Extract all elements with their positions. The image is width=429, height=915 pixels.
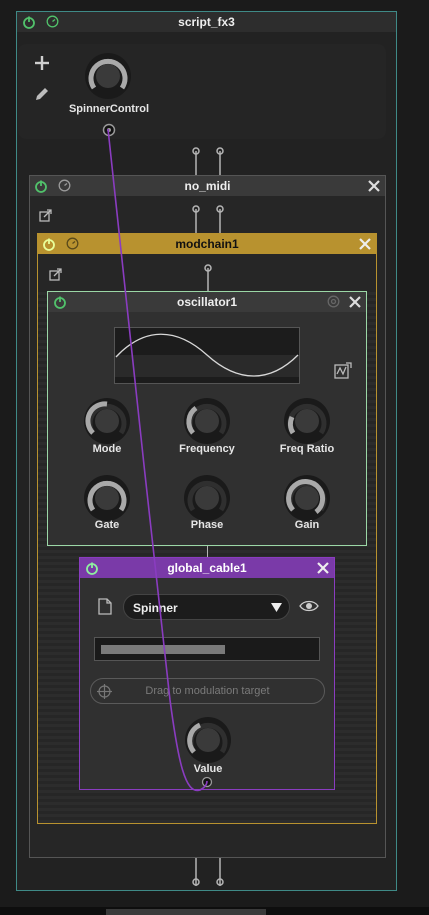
signal-connector [204,264,212,292]
plus-icon[interactable] [34,55,50,71]
signal-connector-top [192,147,224,177]
cable-select-dropdown[interactable]: Spinner [123,594,290,620]
clock-icon[interactable] [58,179,71,192]
clock-icon[interactable] [46,15,59,28]
mode-knob[interactable] [83,397,131,445]
spinner-control-knob[interactable] [84,52,132,100]
waveform-popout-icon[interactable] [334,362,352,380]
no-midi-header: no_midi [30,176,385,196]
close-icon[interactable] [358,237,372,251]
horizontal-scrollbar[interactable] [106,909,266,915]
global-cable-panel: global_cable1 Spinner Drag to modulation… [79,557,335,790]
spinner-control-label: SpinnerControl [68,103,150,115]
no-midi-title: no_midi [184,179,231,193]
chevron-down-icon [271,603,282,612]
power-icon[interactable] [53,295,67,309]
drag-target-label: Drag to modulation target [145,685,270,697]
modulation-output-port[interactable] [102,123,116,137]
drag-to-modulation-target[interactable]: Drag to modulation target [90,678,325,704]
gate-knob[interactable] [83,474,131,522]
global-cable-title: global_cable1 [167,561,247,575]
oscillator-header: oscillator1 [48,292,366,312]
power-icon[interactable] [85,561,99,575]
close-icon[interactable] [348,295,362,309]
close-icon[interactable] [316,561,330,575]
oscillator-title: oscillator1 [176,295,238,309]
cable-value-meter [94,637,320,661]
freq-ratio-label: Freq Ratio [279,443,335,455]
value-knob[interactable] [184,716,232,764]
waveform-display [114,327,300,384]
target-icon[interactable] [327,295,340,308]
value-label: Value [193,763,223,775]
mode-label: Mode [92,443,122,455]
gain-label: Gain [294,519,320,531]
power-icon[interactable] [22,15,36,29]
cable-select-value: Spinner [133,601,178,615]
popout-icon[interactable] [39,209,52,222]
gate-label: Gate [94,519,120,531]
script-fx-title: script_fx3 [178,15,235,29]
cable-value-meter-fill [101,645,225,654]
document-icon[interactable] [98,598,112,615]
close-icon[interactable] [367,179,381,193]
frequency-knob[interactable] [183,397,231,445]
freq-ratio-knob[interactable] [283,397,331,445]
signal-connector [192,205,224,235]
gain-knob[interactable] [283,474,331,522]
pencil-icon[interactable] [34,86,50,102]
eye-icon[interactable] [299,599,319,613]
power-icon[interactable] [34,179,48,193]
modchain-title: modchain1 [175,237,239,251]
power-icon[interactable] [42,237,56,251]
clock-icon[interactable] [66,237,79,250]
script-fx-content [18,44,386,139]
modulation-input-port[interactable] [201,776,213,788]
oscillator-panel: oscillator1 Mode Frequency Freq Ratio Ga… [47,291,367,546]
global-cable-header: global_cable1 [80,558,334,578]
frequency-label: Frequency [179,443,235,455]
phase-label: Phase [190,519,224,531]
script-fx-header: script_fx3 [17,12,396,32]
phase-knob[interactable] [183,474,231,522]
popout-icon[interactable] [49,268,62,281]
modchain-header: modchain1 [38,234,376,254]
